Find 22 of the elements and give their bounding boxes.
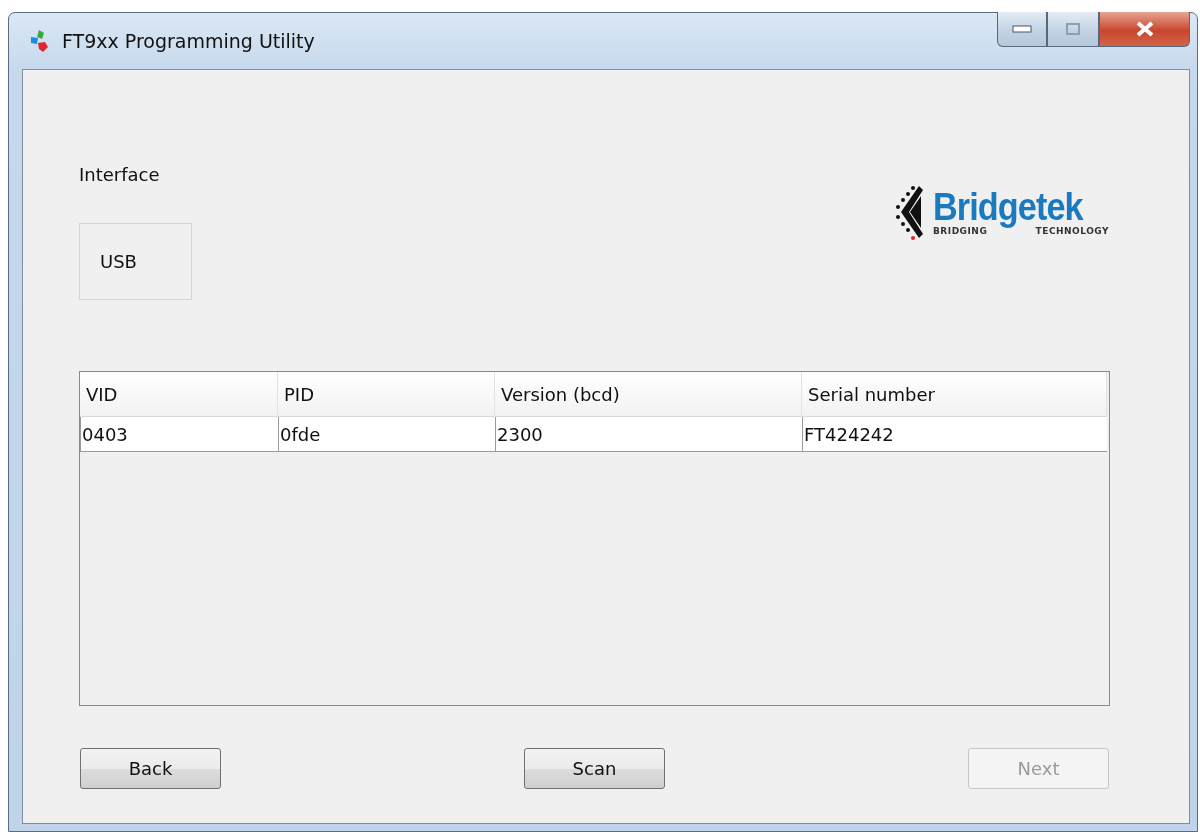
- table-cell: 2300: [495, 417, 802, 452]
- maximize-button[interactable]: [1047, 12, 1099, 47]
- table-cell: 0fde: [278, 417, 495, 452]
- close-button[interactable]: [1099, 12, 1190, 47]
- column-header[interactable]: VID: [80, 372, 278, 417]
- dialog-button[interactable]: Back: [80, 748, 221, 789]
- interface-label: Interface: [79, 164, 161, 185]
- column-header[interactable]: Serial number: [802, 372, 1107, 417]
- dialog-button[interactable]: Scan: [524, 748, 665, 789]
- close-icon: [1135, 21, 1154, 37]
- minimize-icon: [1012, 25, 1032, 33]
- maximize-icon: [1066, 23, 1080, 35]
- logo-wordmark: Bridgetek: [933, 188, 1084, 226]
- column-header[interactable]: Version (bcd): [495, 372, 802, 417]
- logo-tagline: TECHNOLOGY: [1035, 226, 1109, 236]
- logo-tagline: BRIDGING: [933, 226, 988, 236]
- window-title: FT9xx Programming Utility: [62, 30, 315, 52]
- column-header[interactable]: PID: [278, 372, 495, 417]
- table-cell: FT424242: [802, 417, 1107, 452]
- table-cell: 0403: [80, 417, 278, 452]
- minimize-button[interactable]: [997, 12, 1047, 47]
- interface-option[interactable]: USB: [79, 223, 192, 300]
